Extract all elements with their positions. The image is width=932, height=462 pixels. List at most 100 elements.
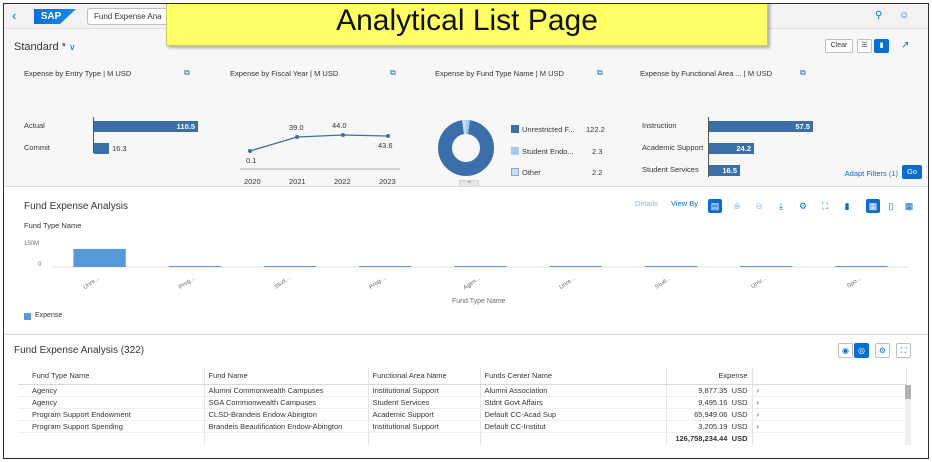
bar-instruction[interactable]: 57.5: [709, 121, 813, 132]
chart-bar[interactable]: [73, 248, 126, 267]
adapt-filters-link[interactable]: Adapt Filters (1): [845, 169, 898, 178]
scrollbar-thumb[interactable]: [905, 385, 911, 399]
bar-value: 24.2: [736, 144, 751, 153]
table-title: Fund Expense Analysis (322): [14, 345, 145, 356]
legend-label: Unrestricted F...: [522, 125, 575, 134]
cell-fund-type: Agency: [18, 396, 205, 409]
cell-expense: 9,877.35 USD: [666, 384, 753, 397]
table-header-row: Fund Type Name Fund Name Functional Area…: [18, 367, 907, 385]
table-total-row: 126,758,234.44 USD: [18, 432, 907, 444]
data-point: [295, 135, 299, 139]
table-row[interactable]: Program Support Spending Brandeis Beauti…: [18, 420, 907, 433]
column-header[interactable]: Fund Name: [204, 367, 369, 385]
chart-bar[interactable]: [168, 266, 221, 267]
data-point: [248, 149, 252, 153]
cell-fund-type: Agency: [18, 384, 205, 397]
cell-functional-area: Academic Support: [368, 408, 481, 421]
popout-icon[interactable]: ⧉: [184, 68, 190, 78]
x-tick: 2021: [289, 177, 306, 186]
legend-label: Student Endo...: [522, 147, 574, 156]
app-title-button[interactable]: Fund Expense Ana: [87, 8, 177, 25]
mini-chart-title: Expense by Functional Area ... | M USD: [640, 69, 773, 78]
x-axis-title: Fund Type Name: [452, 298, 506, 305]
cell-fund-name: SGA Commonwealth Campuses: [204, 396, 369, 409]
point-value: 0.1: [246, 156, 257, 165]
eye-icon[interactable]: ◉: [838, 343, 853, 358]
mini-chart-entry-type[interactable]: Expense by Entry Type | M USD ⧉: [24, 68, 190, 78]
mini-chart-title: Expense by Fund Type Name | M USD: [435, 69, 564, 78]
share-icon[interactable]: ↗: [901, 40, 909, 51]
table-row[interactable]: Agency SGA Commonwealth Campuses Student…: [18, 396, 907, 409]
chevron-right-icon[interactable]: ›: [757, 386, 760, 395]
person-icon[interactable]: ☺: [899, 10, 909, 21]
fullscreen-icon[interactable]: ⛶: [896, 343, 911, 358]
cell-expense: 3,205.19 USD: [666, 420, 753, 433]
legend-swatch: [511, 168, 519, 176]
variant-selector[interactable]: Standard * ∨: [14, 41, 76, 53]
x-category-label: Univ...: [750, 276, 767, 291]
bar-student-services[interactable]: 16.5: [709, 165, 740, 176]
visual-filter-toggle[interactable]: ▮: [874, 39, 889, 53]
x-category-label: Agen...: [463, 276, 482, 292]
chart-bar[interactable]: [740, 266, 793, 267]
bar-value: 57.5: [795, 122, 810, 131]
gear-icon[interactable]: ⚙: [875, 343, 890, 358]
compact-filter-toggle[interactable]: ☰: [857, 39, 872, 53]
chevron-right-icon[interactable]: ›: [757, 398, 760, 407]
cell-funds-center: Stdnt Govt Affairs: [480, 396, 667, 409]
bar-label: Commit: [24, 143, 50, 152]
legend-value: 122.2: [586, 125, 605, 134]
point-value: 43.6: [378, 141, 393, 150]
bar-label: Student Services: [642, 165, 699, 174]
legend-label: Other: [522, 168, 541, 177]
column-header[interactable]: Funds Center Name: [480, 367, 667, 385]
chart-bar[interactable]: [359, 266, 412, 267]
go-button[interactable]: Go: [902, 165, 922, 179]
page-type-banner: Analytical List Page: [166, 4, 768, 46]
x-category-label: Prog...: [178, 276, 196, 291]
chart-bar[interactable]: [835, 266, 888, 267]
chevron-right-icon[interactable]: ›: [757, 422, 760, 431]
cell-total-expense: 126,758,234.44 USD: [666, 432, 753, 444]
x-category-label: Spo...: [846, 276, 863, 290]
column-header[interactable]: Expense: [666, 367, 753, 385]
legend-swatch: [511, 147, 519, 155]
clear-button[interactable]: Clear: [825, 39, 853, 53]
fund-type-donut-chart[interactable]: [436, 117, 496, 179]
bar-value: 110.5: [176, 122, 195, 131]
chart-bar[interactable]: [263, 266, 317, 267]
column-header[interactable]: Functional Area Name: [368, 367, 481, 385]
bar-academic-support[interactable]: 24.2: [709, 143, 754, 154]
vertical-scrollbar[interactable]: [905, 385, 911, 445]
chart-bar[interactable]: [644, 266, 698, 267]
bar-label: Academic Support: [642, 143, 704, 152]
mini-chart-fiscal-year[interactable]: Expense by Fiscal Year | M USD ⧉: [230, 68, 396, 78]
chevron-left-icon[interactable]: ‹: [12, 9, 26, 23]
mini-chart-fund-type[interactable]: Expense by Fund Type Name | M USD ⧉: [435, 68, 603, 78]
mini-chart-functional-area[interactable]: Expense by Functional Area ... | M USD ⧉: [640, 68, 806, 78]
x-category-label: Unre...: [83, 276, 101, 291]
table-row[interactable]: Agency Alumni Commonwealth Campuses Inst…: [18, 384, 907, 397]
popout-icon[interactable]: ⧉: [390, 68, 396, 78]
data-point: [386, 134, 390, 138]
column-header[interactable]: Fund Type Name: [18, 367, 205, 385]
bar-commit[interactable]: [94, 143, 109, 154]
hide-icon[interactable]: ◎: [854, 343, 869, 358]
popout-icon[interactable]: ⧉: [597, 68, 603, 78]
legend-value: 2.3: [592, 147, 603, 156]
chart-bar[interactable]: [549, 266, 602, 267]
x-category-label: Stud...: [654, 276, 672, 291]
chevron-right-icon[interactable]: ›: [757, 410, 760, 419]
cell-fund-name: Brandeis Beautification Endow-Abington: [204, 420, 369, 433]
legend-swatch: [511, 125, 519, 133]
bar-actual[interactable]: 110.5: [94, 121, 198, 132]
search-icon[interactable]: ⚲: [875, 10, 882, 21]
main-bar-chart[interactable]: Unre... Prog... Stud... Prog... Agen... Unre.…: [4, 187, 929, 334]
chart-bar[interactable]: [454, 266, 507, 267]
sap-logo[interactable]: SAP: [34, 9, 76, 24]
popout-icon[interactable]: ⧉: [800, 68, 806, 78]
table-row[interactable]: Program Support Endowment CLSD-Brandeis …: [18, 408, 907, 421]
bar-label: Actual: [24, 121, 45, 130]
cell-functional-area: Institutional Support: [368, 420, 481, 433]
x-category-label: Prog...: [369, 276, 387, 291]
